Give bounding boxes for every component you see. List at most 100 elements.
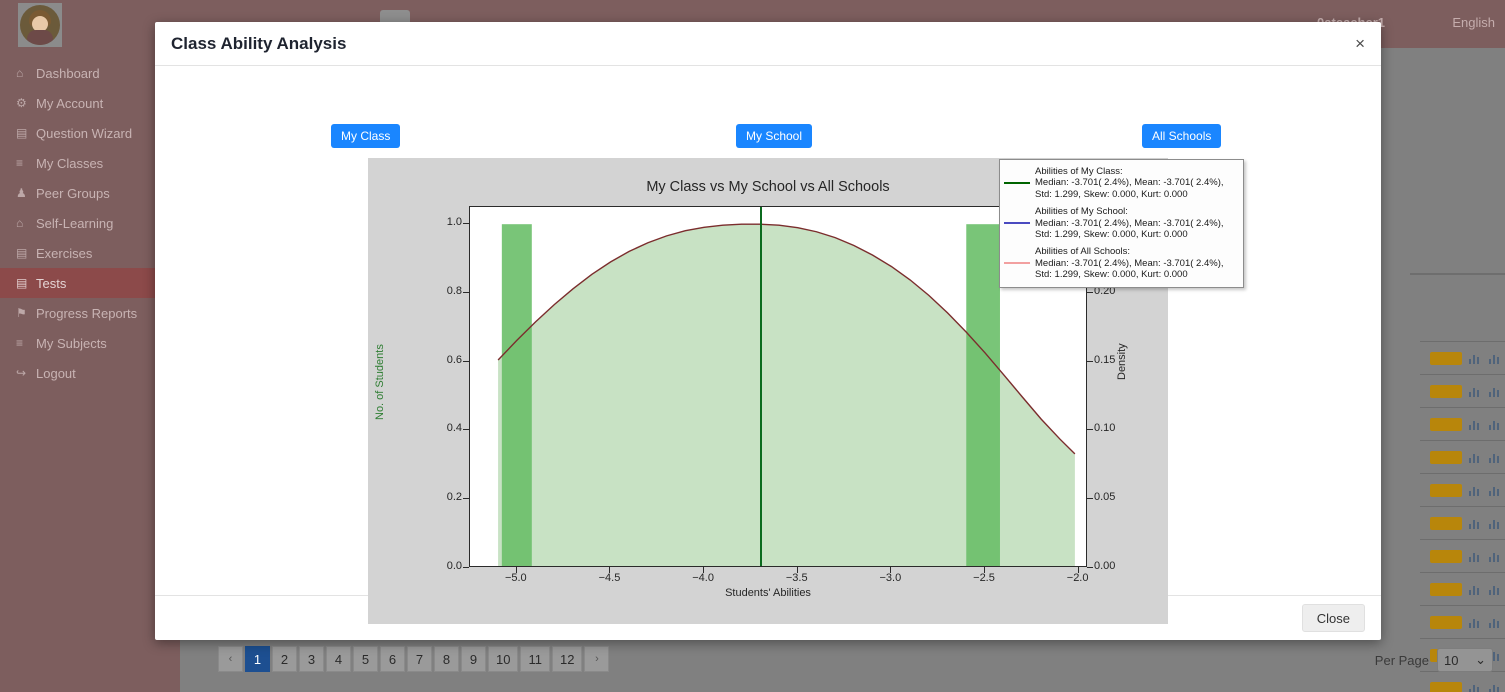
bar-chart-icon[interactable] [1488,418,1502,430]
bar-chart-icon[interactable] [1468,352,1482,364]
y-tick-mark-left [463,223,469,225]
y-tick-label-right: 0.10 [1094,422,1116,435]
y-tick-label-right: 0.00 [1094,560,1116,572]
bar-chart-icon[interactable] [1468,451,1482,463]
book-icon: ▤ [16,126,28,140]
bar-chart-icon[interactable] [1468,583,1482,595]
y-tick-label-right: 0.05 [1094,491,1116,504]
per-page-select[interactable]: 10 ⌄ [1437,648,1493,672]
x-tick-label: −2.0 [1066,572,1089,584]
y-tick-label-left: 0.2 [446,491,462,504]
bar-chart-icon[interactable] [1488,616,1502,628]
pagination-page-7[interactable]: 7 [407,646,432,672]
chart-plot-area [469,206,1087,567]
my-class-button[interactable]: My Class [331,124,401,148]
sidebar-item-my-classes[interactable]: ≡ My Classes [0,148,180,178]
x-tick-mark [703,567,705,573]
all-schools-button[interactable]: All Schools [1142,124,1222,148]
table-header-action: Action [1420,304,1505,342]
sidebar-item-my-account[interactable]: ⚙ My Account [0,88,180,118]
legend-entry: Abilities of My Class: Median: -3.701( 2.… [1004,166,1237,200]
pagination-prev[interactable]: ‹ [218,646,243,672]
table-row: ⚙▤ [1420,474,1505,507]
sidebar-item-logout[interactable]: ↪ Logout [0,358,180,388]
pagination[interactable]: ‹ 1 2 3 4 5 6 7 8 9 10 11 12 › [218,646,610,672]
bar-chart-icon[interactable] [1488,385,1502,397]
status-badge [1430,450,1462,464]
pagination-page-10[interactable]: 10 [488,646,519,672]
chart-xlabel: Students' Abilities [725,587,811,599]
sidebar-item-exercises[interactable]: ▤ Exercises [0,238,180,268]
chart-ylabel-left: No. of Students [374,344,386,420]
sidebar-item-question-wizard[interactable]: ▤ Question Wizard [0,118,180,148]
table-row: ⚙▤ [1420,507,1505,540]
x-tick-label: −3.5 [785,572,808,584]
sidebar-item-dashboard[interactable]: ⌂ Dashboard [0,58,180,88]
pagination-page-12[interactable]: 12 [551,646,583,672]
sidebar-item-self-learning[interactable]: ⌂ Self-Learning [0,208,180,238]
status-badge [1430,681,1462,692]
y-tick-mark-right [1087,360,1093,362]
bar-chart-icon[interactable] [1488,517,1502,529]
sidebar-nav: ⌂ Dashboard ⚙ My Account ▤ Question Wizard ≡ My… [0,58,180,388]
avatar[interactable] [18,3,62,47]
bar-chart-icon[interactable] [1488,352,1502,364]
bar-chart-icon[interactable] [1468,616,1482,628]
sidebar-item-label: Dashboard [36,65,100,81]
table-row: ⚙▤ [1420,573,1505,606]
y-tick-label-right: 0.15 [1094,353,1116,366]
sidebar-item-peer-groups[interactable]: ♟ Peer Groups [0,178,180,208]
topbar-language[interactable]: English [1452,15,1495,30]
x-tick-mark [609,567,611,573]
sidebar-item-progress-reports[interactable]: ⚑ Progress Reports [0,298,180,328]
sidebar-item-label: Progress Reports [36,305,138,321]
x-tick-mark [1077,567,1079,573]
pagination-page-8[interactable]: 8 [434,646,459,672]
y-tick-label-left: 0.8 [446,284,462,297]
bar-chart-icon[interactable] [1488,682,1502,692]
pagination-page-2[interactable]: 2 [272,646,297,672]
sidebar-item-label: Question Wizard [36,125,133,141]
list-icon: ≡ [16,156,24,170]
pagination-page-1[interactable]: 1 [245,646,270,672]
pagination-page-6[interactable]: 6 [380,646,405,672]
pagination-page-4[interactable]: 4 [326,646,351,672]
bar-chart-icon[interactable] [1488,583,1502,595]
x-tick-label: −4.5 [598,572,621,584]
bar-chart-icon[interactable] [1488,484,1502,496]
book-icon: ▤ [16,246,28,260]
y-tick-label-left: 0.4 [446,422,462,435]
pagination-page-3[interactable]: 3 [299,646,324,672]
close-icon[interactable]: × [1355,35,1365,52]
class-ability-analysis-modal: Class Ability Analysis × My Class My Sch… [155,22,1381,640]
bar-chart-icon[interactable] [1468,484,1482,496]
bar-chart-icon[interactable] [1488,550,1502,562]
bar-chart-icon[interactable] [1468,385,1482,397]
pagination-next[interactable]: › [584,646,610,672]
sidebar-item-label: Exercises [36,245,93,261]
legend-label: Abilities of All Schools: Median: -3.701(… [1035,246,1224,281]
bar-chart-icon[interactable] [1468,550,1482,562]
tests-table: Action ⚙▤⚙▤⚙▤⚙▤⚙▤⚙▤⚙▤⚙▤⚙▤⚙▤⚙▤ [1420,304,1505,692]
sidebar-item-my-subjects[interactable]: ≡ My Subjects [0,328,180,358]
gears-icon: ⚙ [16,96,27,110]
per-page-control: Per Page 10 ⌄ [1375,648,1493,672]
legend-color-swatch [1004,262,1030,265]
sidebar-item-label: Tests [36,275,67,291]
close-button[interactable]: Close [1301,604,1365,632]
pagination-page-11[interactable]: 11 [520,646,550,672]
pagination-page-5[interactable]: 5 [353,646,378,672]
tag-icon: ⚑ [16,306,27,320]
sidebar-item-tests[interactable]: ▤ Tests [0,268,180,298]
x-tick-label: −3.0 [879,572,902,584]
bar-chart-icon[interactable] [1468,517,1482,529]
y-tick-mark-right [1087,567,1093,568]
pagination-page-9[interactable]: 9 [461,646,486,672]
home-icon: ⌂ [16,66,24,80]
bar-chart-icon[interactable] [1468,682,1482,692]
logout-icon: ↪ [16,366,27,380]
my-school-button[interactable]: My School [736,124,813,148]
bar-chart-icon[interactable] [1468,418,1482,430]
legend-entry: Abilities of My School: Median: -3.701( 2… [1004,206,1237,240]
bar-chart-icon[interactable] [1488,451,1502,463]
